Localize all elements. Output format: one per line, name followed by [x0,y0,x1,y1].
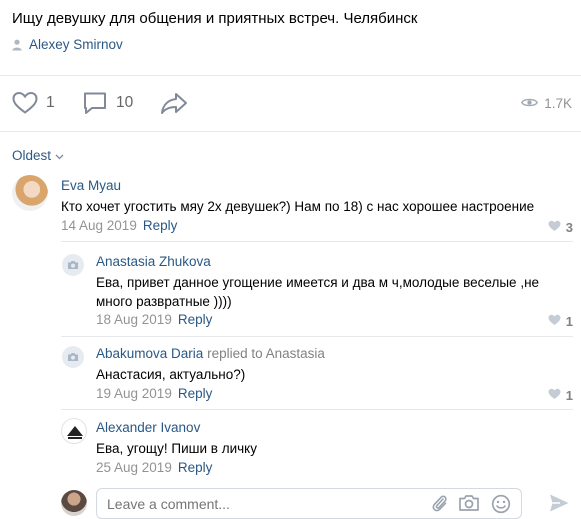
comment-button[interactable]: 10 [82,91,133,115]
replied-to[interactable]: replied to Anastasia [207,346,325,361]
comment-text: Ева, угощу! Пиши в личку [96,441,257,456]
reply-button[interactable]: Reply [143,218,178,233]
comment-author[interactable]: Eva Myau [61,178,121,193]
views-counter: 1.7K [521,96,572,111]
sort-dropdown[interactable]: Oldest [12,148,64,163]
comment-date: 14 Aug 2019 [61,218,137,233]
divider [61,409,573,410]
views-count: 1.7K [544,96,572,111]
eye-icon [521,96,539,111]
camera-icon[interactable] [458,494,480,515]
divider [61,336,573,337]
comment-meta: 25 Aug 2019 Reply [96,460,212,475]
person-icon [12,39,22,51]
avatar [61,490,87,516]
reply-button[interactable]: Reply [178,460,213,475]
avatar[interactable] [61,418,87,444]
comment-like-button[interactable]: 3 [548,220,573,235]
sort-label: Oldest [12,148,52,163]
chevron-down-icon [55,148,64,163]
post-author[interactable]: Alexey Smirnov [12,37,123,52]
reply-button[interactable]: Reply [178,386,213,401]
reply-button[interactable]: Reply [178,312,213,327]
comment-date: 25 Aug 2019 [96,460,172,475]
comment-like-button[interactable]: 1 [548,388,573,403]
heart-icon [548,220,561,235]
heart-icon [548,388,561,403]
heart-icon [12,91,38,115]
divider [61,241,573,242]
comment-meta: 18 Aug 2019 Reply [96,312,212,327]
comment-count: 10 [116,94,134,111]
comment-date: 18 Aug 2019 [96,312,172,327]
comment-author[interactable]: Anastasia Zhukova [96,254,211,269]
comment-text: Кто хочет угостить мяу 2х девушек?) Нам … [61,199,535,214]
comment-date: 19 Aug 2019 [96,386,172,401]
comment-text: Анастасия, актуально?) [96,367,246,382]
comment-like-count: 3 [565,220,573,235]
comment-like-count: 1 [565,388,573,403]
avatar[interactable] [12,175,48,211]
avatar[interactable] [62,346,84,368]
comment-composer [0,480,581,519]
comment-author[interactable]: Alexander Ivanov [96,420,200,435]
comment-author[interactable]: Abakumova Daria [96,346,203,361]
camera-icon [67,350,79,365]
heart-icon [548,314,561,329]
comment-icon [82,91,108,115]
post-actions-bar: 1 10 1.7K [0,75,581,132]
comment-meta: 19 Aug 2019 Reply [96,386,212,401]
share-icon [160,91,188,115]
comment-text: Ева, привет данное угощение имеется и дв… [96,275,540,309]
post-title: Ищу девушку для общения и приятных встре… [12,10,418,27]
comment-author-line: Abakumova Daria replied to Anastasia [96,346,325,361]
like-count: 1 [46,94,55,111]
comment-like-count: 1 [565,314,573,329]
send-icon[interactable] [548,492,570,517]
camera-icon [67,258,79,273]
avatar[interactable] [62,254,84,276]
author-name[interactable]: Alexey Smirnov [29,37,123,52]
like-button[interactable]: 1 [12,91,55,115]
smile-icon[interactable] [491,494,511,517]
comment-like-button[interactable]: 1 [548,314,573,329]
share-button[interactable] [160,91,188,115]
comment-meta: 14 Aug 2019 Reply [61,218,177,233]
paperclip-icon[interactable] [431,493,448,516]
